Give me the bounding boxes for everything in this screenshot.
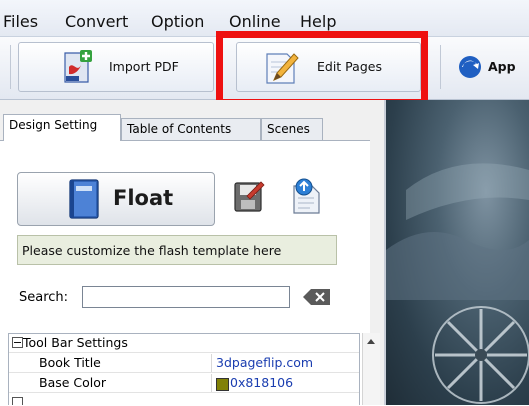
menu-help[interactable]: Help (300, 12, 336, 31)
property-name: Book Title (39, 355, 101, 370)
template-float-button[interactable]: Float (17, 172, 215, 226)
scroll-up-icon[interactable] (367, 339, 375, 344)
flipbook-preview (386, 100, 529, 405)
tab-design-setting[interactable]: Design Setting (3, 114, 121, 141)
menu-files[interactable]: Files (3, 12, 38, 31)
expand-icon[interactable] (12, 397, 23, 405)
pdf-import-icon (61, 49, 95, 89)
property-row[interactable] (9, 394, 359, 405)
import-pdf-label: Import PDF (109, 59, 179, 74)
import-pdf-button[interactable]: Import PDF (18, 42, 214, 92)
menu-online[interactable]: Online (229, 12, 281, 31)
book-icon (68, 178, 102, 224)
property-row[interactable]: Base Color 0x818106 (9, 374, 359, 393)
tab-table-of-contents[interactable]: Table of Contents (121, 118, 261, 140)
apply-icon (458, 55, 482, 83)
menu-option[interactable]: Option (151, 12, 204, 31)
color-swatch (216, 378, 229, 391)
tab-strip: Design Setting Table of Contents Scenes (0, 114, 386, 141)
customize-hint: Please customize the flash template here (17, 235, 337, 265)
apply-label: App (488, 59, 516, 74)
property-value: 3dpageflip.com (216, 355, 314, 370)
property-group-row[interactable]: Tool Bar Settings (9, 334, 359, 353)
collapse-icon[interactable] (12, 337, 23, 348)
toolbar-separator (10, 45, 11, 89)
property-name: Base Color (39, 375, 107, 390)
windmill-background-image (386, 163, 529, 404)
save-template-icon[interactable] (233, 180, 265, 218)
property-value: 0x818106 (230, 375, 294, 390)
property-scrollbar[interactable] (362, 333, 380, 405)
toolbar-separator (440, 45, 441, 89)
apply-button[interactable]: App (452, 42, 529, 92)
edit-pages-icon (264, 48, 300, 90)
edit-pages-button[interactable]: Edit Pages (236, 42, 421, 92)
search-input[interactable] (82, 286, 290, 308)
menu-bar: Files Convert Option Online Help (0, 0, 529, 37)
menu-convert[interactable]: Convert (65, 12, 128, 31)
property-row[interactable]: Book Title 3dpageflip.com (9, 354, 359, 373)
export-template-icon[interactable] (290, 178, 324, 220)
edit-pages-label: Edit Pages (317, 59, 382, 74)
property-group-label: Tool Bar Settings (23, 335, 128, 350)
clear-search-icon[interactable] (302, 288, 332, 310)
toolbar: Import PDF Edit Pages App (0, 37, 529, 100)
float-label: Float (113, 186, 174, 210)
property-grid: Tool Bar Settings Book Title 3dpageflip.… (8, 333, 360, 405)
tab-scenes[interactable]: Scenes (261, 118, 323, 140)
search-label: Search: (19, 290, 69, 305)
